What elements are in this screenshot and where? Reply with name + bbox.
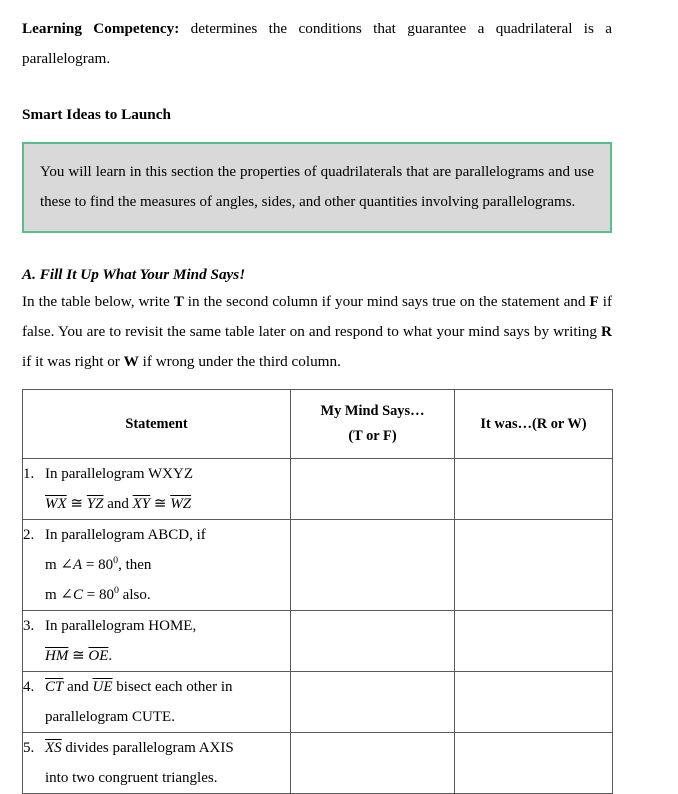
statement-cell-5: 5. XS divides parallelogram AXIS into tw… (22, 732, 291, 794)
statement-1-line-2: WX ≅ YZ and XY ≅ WZ (45, 489, 290, 519)
mind-says-answer-cell-2[interactable] (290, 519, 455, 611)
statement-2-line-1: In parallelogram ABCD, if (45, 527, 206, 543)
table-header-row: Statement My Mind Says… (T or F) It was…… (22, 389, 613, 459)
segment-xs: XS (45, 740, 62, 756)
mind-says-answer-cell-3[interactable] (290, 610, 455, 672)
mind-says-table: Statement My Mind Says… (T or F) It was…… (22, 389, 613, 794)
bisect-text: bisect each other in (112, 679, 233, 695)
statement-body-4: CT and UE bisect each other in parallelo… (45, 672, 290, 732)
activity-a-heading: A. Fill It Up What Your Mind Says! (22, 266, 246, 283)
smart-ideas-callout-box: You will learn in this section the prope… (22, 142, 612, 233)
segment-ct: CT (45, 679, 64, 695)
statement-5-line-2: into two congruent triangles. (45, 770, 218, 786)
header-my-mind-says-line2: (T or F) (348, 428, 397, 444)
segment-xy: XY (132, 496, 151, 512)
statement-5-line-1: XS divides parallelogram AXIS (45, 733, 290, 763)
statement-2-line-2: m ∠A = 800, then (45, 550, 290, 580)
also-suffix: also. (118, 587, 151, 603)
instructions-part-4: if it was right or (22, 353, 124, 370)
callout-text: You will learn in this section the prope… (40, 164, 594, 210)
instructions-bold-t: T (173, 293, 184, 310)
period-suffix: . (108, 648, 113, 664)
table-row: 5. XS divides parallelogram AXIS into tw… (22, 732, 613, 794)
equals-eighty: = 80 (83, 587, 114, 603)
page-content: Learning Competency: determines the cond… (22, 14, 613, 794)
segment-oe: OE (88, 648, 109, 664)
instructions-part-5: if wrong under the third column. (138, 353, 341, 370)
statement-1-line-1: In parallelogram WXYZ (45, 466, 194, 482)
instructions-bold-r: R (601, 323, 612, 340)
statement-body-1: In parallelogram WXYZ WX ≅ YZ and XY ≅ W… (45, 459, 290, 519)
header-my-mind-says: My Mind Says… (T or F) (290, 389, 455, 459)
segment-wz: WZ (170, 496, 192, 512)
statement-number-4: 4. (23, 679, 35, 695)
statement-number-2: 2. (23, 527, 35, 543)
statement-2-line-3: m ∠C = 800 also. (45, 580, 290, 610)
table-row: 1. In parallelogram WXYZ WX ≅ YZ and XY … (22, 458, 613, 520)
segment-wx: WX (45, 496, 67, 512)
statement-cell-2: 2. In parallelogram ABCD, if m ∠A = 800,… (22, 519, 291, 611)
table-row: 2. In parallelogram ABCD, if m ∠A = 800,… (22, 519, 613, 611)
segment-ue: UE (92, 679, 113, 695)
it-was-answer-cell-2[interactable] (454, 519, 613, 611)
smart-ideas-heading: Smart Ideas to Launch (22, 106, 171, 123)
statement-4-line-1: CT and UE bisect each other in (45, 672, 290, 702)
it-was-answer-cell-5[interactable] (454, 732, 613, 794)
statement-cell-4: 4. CT and UE bisect each other in parall… (22, 671, 291, 733)
statement-number-1: 1. (23, 466, 35, 482)
statement-body-5: XS divides parallelogram AXIS into two c… (45, 733, 290, 793)
statement-3-line-1: In parallelogram HOME, (45, 618, 197, 634)
mind-says-answer-cell-5[interactable] (290, 732, 455, 794)
header-my-mind-says-line1: My Mind Says… (320, 403, 425, 419)
header-it-was: It was…(R or W) (454, 389, 613, 459)
statement-body-2: In parallelogram ABCD, if m ∠A = 800, th… (45, 520, 290, 610)
angle-variable-a: A (73, 557, 83, 573)
instructions-part-2: in the second column if your mind says t… (183, 293, 590, 310)
mind-says-answer-cell-4[interactable] (290, 671, 455, 733)
header-statement: Statement (22, 389, 291, 459)
statement-4-line-2: parallelogram CUTE. (45, 709, 175, 725)
learning-competency-paragraph: Learning Competency: determines the cond… (22, 14, 612, 74)
measure-prefix: m ∠ (45, 587, 73, 603)
measure-prefix: m ∠ (45, 557, 73, 573)
congruent-symbol: ≅ (66, 496, 87, 512)
it-was-answer-cell-1[interactable] (454, 458, 613, 520)
statement-3-line-2: HM ≅ OE. (45, 641, 290, 671)
congruent-symbol: ≅ (68, 648, 89, 664)
statement-cell-3: 3. In parallelogram HOME, HM ≅ OE. (22, 610, 291, 672)
segment-hm: HM (45, 648, 69, 664)
congruent-symbol: ≅ (150, 496, 171, 512)
activity-instructions: In the table below, write T in the secon… (22, 287, 612, 377)
statement-cell-1: 1. In parallelogram WXYZ WX ≅ YZ and XY … (22, 458, 291, 520)
it-was-answer-cell-3[interactable] (454, 610, 613, 672)
table-row: 4. CT and UE bisect each other in parall… (22, 671, 613, 733)
statement-number-5: 5. (23, 740, 35, 756)
segment-yz: YZ (86, 496, 104, 512)
statement-number-3: 3. (23, 618, 35, 634)
instructions-bold-w: W (123, 353, 139, 370)
learning-competency-label: Learning Competency: (22, 20, 180, 37)
it-was-answer-cell-4[interactable] (454, 671, 613, 733)
instructions-bold-f: F (589, 293, 599, 310)
angle-variable-c: C (73, 587, 84, 603)
statement-body-3: In parallelogram HOME, HM ≅ OE. (45, 611, 290, 671)
table-row: 3. In parallelogram HOME, HM ≅ OE. (22, 610, 613, 672)
equals-eighty: = 80 (82, 557, 114, 573)
conjunction-and: and (103, 496, 133, 512)
conjunction-and: and (63, 679, 93, 695)
instructions-part-1: In the table below, write (22, 293, 174, 310)
then-suffix: , then (118, 557, 152, 573)
mind-says-answer-cell-1[interactable] (290, 458, 455, 520)
worksheet-page: Learning Competency: determines the cond… (0, 0, 678, 794)
divides-text: divides parallelogram AXIS (61, 740, 234, 756)
